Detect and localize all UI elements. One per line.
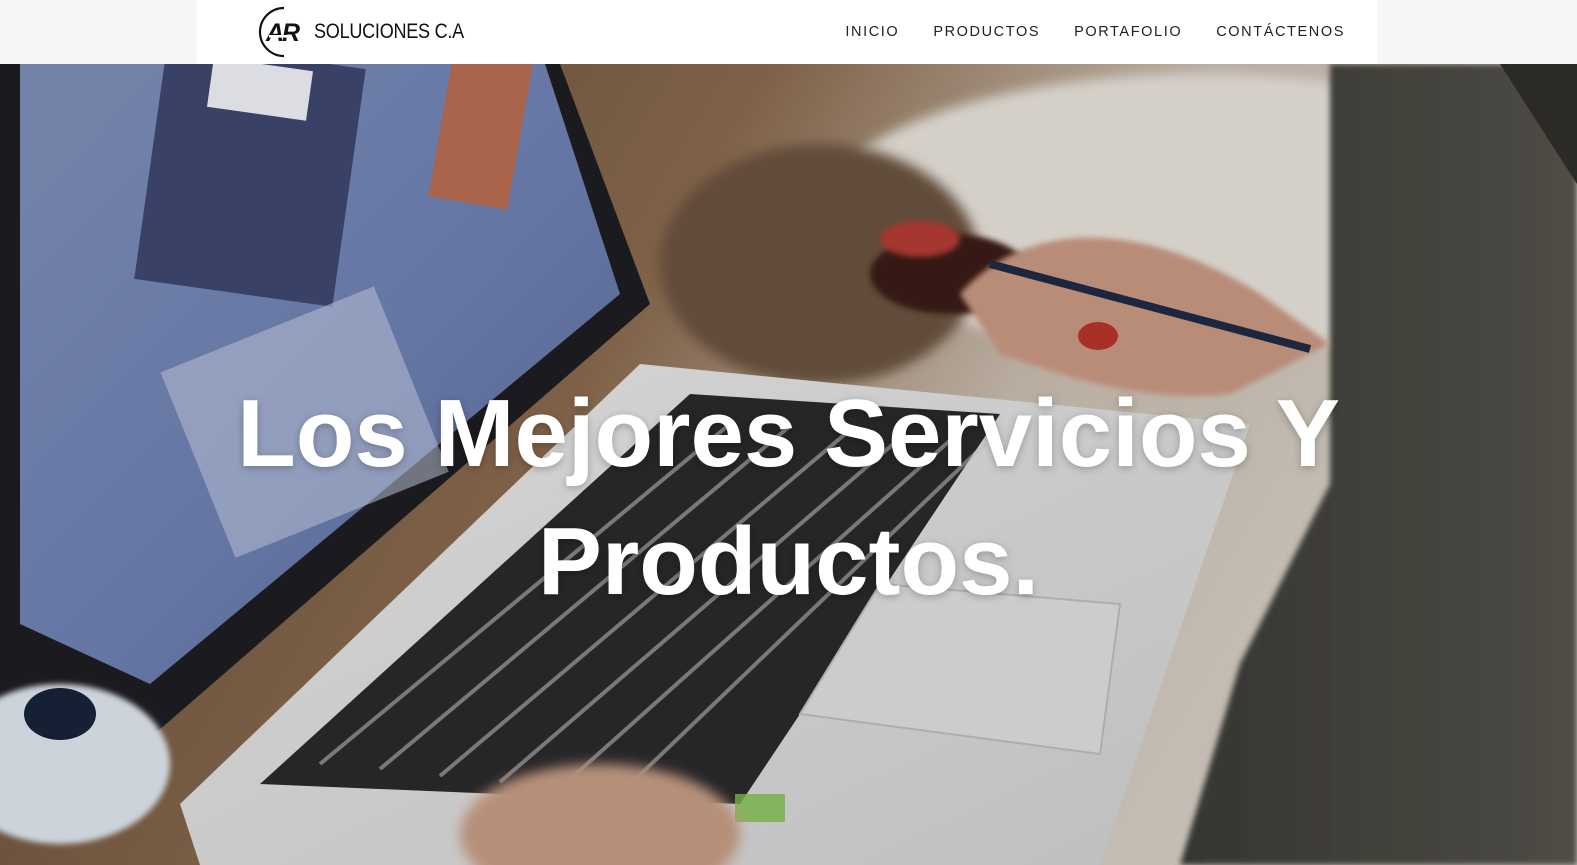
menu-item-inicio: INICIO (845, 23, 899, 41)
menu-item-portafolio: PORTAFOLIO (1074, 23, 1182, 41)
nav-link-contactenos[interactable]: CONTÁCTENOS (1216, 24, 1345, 40)
logo-mark-text: AR (265, 19, 300, 47)
site-logo[interactable]: AR SOLUCIONES C.A (254, 5, 488, 59)
nav-link-inicio[interactable]: INICIO (845, 24, 899, 40)
hero-title: Los Mejores Servicios Y Productos. (237, 380, 1340, 615)
nav-link-portafolio[interactable]: PORTAFOLIO (1074, 24, 1182, 40)
main-menu: INICIO PRODUCTOS PORTAFOLIO CONTÁCTENOS (845, 0, 1345, 64)
hero-section: Los Mejores Servicios Y Productos. (0, 64, 1577, 865)
navbar: AR SOLUCIONES C.A INICIO PRODUCTOS PORTA… (197, 0, 1377, 64)
menu-item-productos: PRODUCTOS (933, 23, 1040, 41)
nav-link-productos[interactable]: PRODUCTOS (933, 24, 1040, 40)
top-bar: AR SOLUCIONES C.A INICIO PRODUCTOS PORTA… (0, 0, 1577, 64)
logo-text: SOLUCIONES C.A (314, 20, 464, 43)
page: AR SOLUCIONES C.A INICIO PRODUCTOS PORTA… (0, 0, 1577, 865)
menu-item-contactenos: CONTÁCTENOS (1216, 23, 1345, 41)
logo-ar-icon: AR (258, 6, 302, 58)
